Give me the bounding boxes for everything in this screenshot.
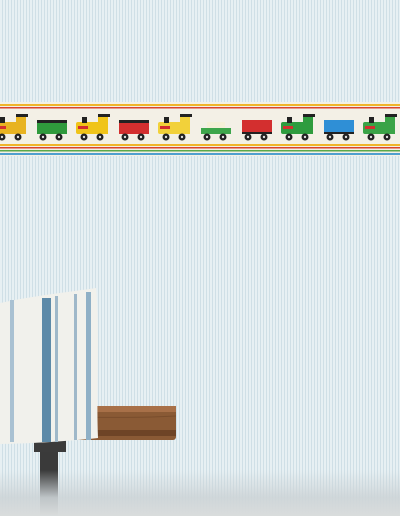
bench-and-pillow [0, 288, 177, 516]
floor-shadow [0, 470, 400, 516]
room-scene [0, 0, 400, 516]
pillow [0, 288, 98, 444]
